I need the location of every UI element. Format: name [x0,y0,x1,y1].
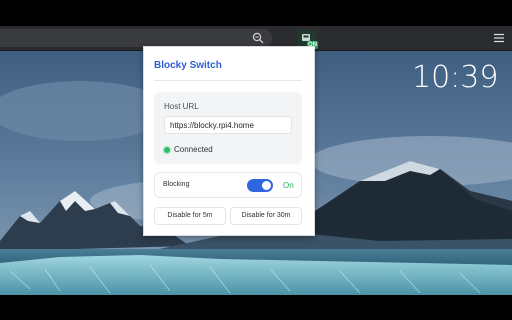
disable-5m-button[interactable]: Disable for 5m [154,207,226,225]
popup-title: Blocky Switch [154,60,222,71]
disable-30m-button[interactable]: Disable for 30m [230,207,302,225]
host-card: Host URL Connected [154,92,302,164]
blocking-label: Blocking [163,181,190,188]
blocking-card: Blocking On [154,172,302,198]
taskbar [0,295,512,320]
extension-popup: Blocky Switch Host URL Connected Blockin… [143,46,315,236]
address-bar[interactable] [0,29,272,47]
zoom-icon[interactable] [252,32,264,44]
connection-status: Connected [174,145,213,154]
desktop-clock: 10:39 [412,60,499,95]
blocking-state: On [283,181,294,190]
divider [154,80,302,81]
menu-icon[interactable] [493,32,505,44]
host-url-input[interactable] [164,116,292,134]
connected-status-icon [164,147,170,153]
blocking-toggle[interactable] [247,179,273,192]
toggle-knob [262,181,271,190]
host-url-label: Host URL [164,102,199,111]
